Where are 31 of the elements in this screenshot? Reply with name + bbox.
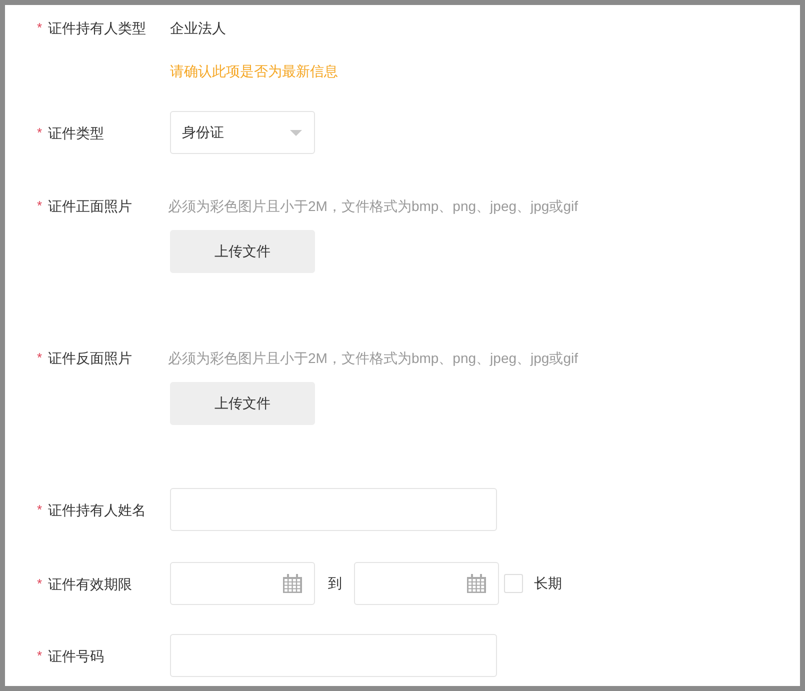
text-input-field[interactable] <box>170 488 497 531</box>
field-label: 证件号码 <box>48 646 104 666</box>
required-asterisk: * <box>37 19 44 37</box>
notice-text: 请确认此项是否为最新信息 <box>170 62 338 81</box>
field-value: 企业法人 <box>170 19 227 38</box>
checkbox-label: 长期 <box>534 574 562 593</box>
required-asterisk: * <box>37 197 44 215</box>
field-label: 证件类型 <box>48 124 104 142</box>
hint-text: 必须为彩色图片且小于2M，文件格式为bmp、png、jpeg、jpg或gif <box>168 349 578 368</box>
required-asterisk: * <box>37 574 44 592</box>
required-asterisk: * <box>37 500 44 518</box>
field-label: 证件反面照片 <box>48 349 132 368</box>
upload-button[interactable]: 上传文件 <box>170 230 315 273</box>
hint-text: 必须为彩色图片且小于2M，文件格式为bmp、png、jpeg、jpg或gif <box>168 197 578 216</box>
field-label: 证件持有人姓名 <box>48 500 146 520</box>
date-field[interactable] <box>354 562 499 605</box>
calendar-icon <box>283 574 302 593</box>
range-separator: 到 <box>328 574 342 593</box>
field-label: 证件有效期限 <box>48 574 132 594</box>
select-field[interactable]: 身份证 <box>170 111 315 154</box>
text-input-field[interactable] <box>170 634 497 677</box>
field-label: 证件正面照片 <box>48 197 132 216</box>
upload-button[interactable]: 上传文件 <box>170 382 315 425</box>
required-asterisk: * <box>37 349 44 367</box>
field-label: 证件持有人类型 <box>48 19 146 38</box>
required-asterisk: * <box>37 124 44 142</box>
checkbox[interactable] <box>504 574 523 593</box>
caret-icon <box>290 130 302 136</box>
required-asterisk: * <box>37 646 44 664</box>
date-field[interactable] <box>170 562 315 605</box>
calendar-icon <box>467 574 486 593</box>
